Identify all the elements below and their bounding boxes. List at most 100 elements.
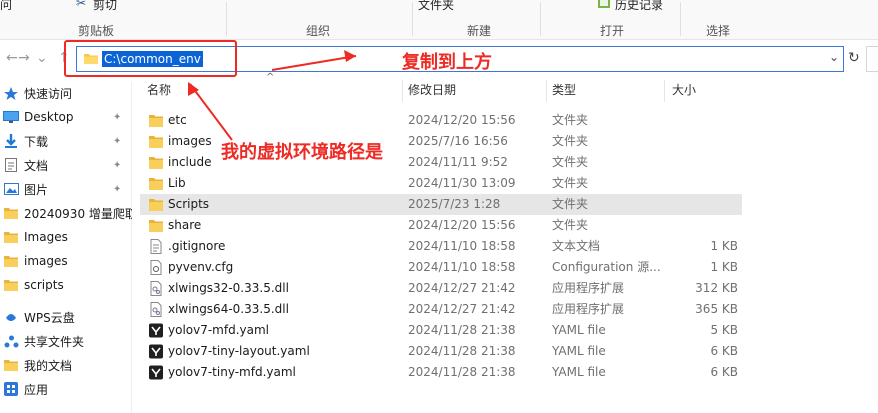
- pin-icon[interactable]: ✦: [113, 136, 121, 147]
- file-row[interactable]: .gitignore 2024/11/10 18:58 文本文档 1 KB: [140, 236, 742, 257]
- file-modified-date: 2025/7/23 1:28: [408, 197, 501, 211]
- cut-button[interactable]: 剪切: [93, 0, 117, 13]
- sidebar-item[interactable]: images: [0, 249, 132, 273]
- sidebar-item[interactable]: 20240930 增量爬取: [0, 201, 132, 225]
- sidebar-item[interactable]: 文档 ✦: [0, 153, 132, 177]
- star-icon: [2, 86, 20, 100]
- folder-icon: [2, 230, 20, 244]
- pin-icon[interactable]: ✦: [113, 112, 121, 123]
- file-name[interactable]: xlwings32-0.33.5.dll: [168, 278, 398, 299]
- sidebar-item[interactable]: 快速访问: [0, 81, 132, 105]
- dll-file-icon: [148, 281, 164, 296]
- sidebar-item-label: 应用: [24, 382, 49, 397]
- column-header-size[interactable]: 大小: [672, 82, 696, 102]
- sidebar-item-label: 图片: [24, 182, 49, 197]
- file-type: 文件夹: [552, 218, 589, 232]
- sidebar-item[interactable]: 共享文件夹: [0, 329, 132, 353]
- file-size: [670, 194, 738, 215]
- cloud-icon: [2, 310, 20, 324]
- file-modified-date: 2024/12/27 21:42: [408, 281, 516, 295]
- file-row[interactable]: Lib 2024/11/30 13:09 文件夹: [140, 173, 742, 194]
- file-name[interactable]: .gitignore: [168, 236, 398, 257]
- file-name[interactable]: yolov7-mfd.yaml: [168, 320, 398, 341]
- column-divider[interactable]: [402, 80, 403, 102]
- file-type: 文件夹: [552, 197, 589, 211]
- pin-icon[interactable]: ✦: [113, 184, 121, 195]
- document-icon: [2, 158, 20, 172]
- sidebar-item[interactable]: 下载 ✦: [0, 129, 132, 153]
- sidebar-item[interactable]: Desktop ✦: [0, 105, 132, 129]
- annotation-copy-hint: 复制到上方: [402, 52, 492, 73]
- column-divider[interactable]: [664, 80, 665, 102]
- history-icon[interactable]: [597, 0, 611, 9]
- sidebar-item-label: WPS云盘: [24, 310, 75, 325]
- column-header-name[interactable]: 名称: [147, 82, 171, 102]
- column-header-date[interactable]: 修改日期: [408, 82, 456, 102]
- sidebar-item[interactable]: 图片 ✦: [0, 177, 132, 201]
- folder-icon: [2, 254, 20, 268]
- file-row[interactable]: share 2024/12/20 15:56 文件夹: [140, 215, 742, 236]
- sidebar-item-label: 共享文件夹: [24, 334, 85, 349]
- sidebar-item-label: 文档: [24, 158, 49, 173]
- file-row[interactable]: pyvenv.cfg 2024/11/10 18:58 Configuration …: [140, 257, 742, 278]
- apps-icon: [2, 382, 20, 396]
- sidebar-item-label: 下载: [24, 134, 49, 149]
- sidebar-item-label: Images: [24, 230, 68, 244]
- organize-group-label: 组织: [306, 24, 331, 38]
- file-name[interactable]: yolov7-tiny-mfd.yaml: [168, 362, 398, 383]
- forward-arrow-icon[interactable]: →: [18, 50, 30, 66]
- new-folder-button[interactable]: 文件夹: [418, 0, 454, 13]
- file-row[interactable]: yolov7-tiny-mfd.yaml 2024/11/28 21:38 YAML…: [140, 362, 742, 383]
- recent-locations-icon[interactable]: ⌄: [36, 50, 48, 66]
- sidebar-item[interactable]: WPS云盘: [0, 305, 132, 329]
- file-modified-date: 2024/11/30 13:09: [408, 176, 516, 190]
- pin-icon[interactable]: ✦: [113, 160, 121, 171]
- folder-icon: [148, 113, 164, 128]
- chevron-down-icon[interactable]: ⌄: [829, 50, 839, 64]
- file-name[interactable]: pyvenv.cfg: [168, 257, 398, 278]
- file-row[interactable]: etc 2024/12/20 15:56 文件夹: [140, 110, 742, 131]
- file-type: 应用程序扩展: [552, 302, 625, 316]
- annotation-venv-hint: 我的虚拟环境路径是: [221, 142, 383, 163]
- download-icon: [2, 134, 20, 148]
- sidebar-item[interactable]: 应用: [0, 377, 132, 401]
- file-modified-date: 2024/11/28 21:38: [408, 365, 516, 379]
- folder-icon: [2, 358, 20, 372]
- folder-icon: [148, 134, 164, 149]
- folder-icon: [2, 278, 20, 292]
- file-name[interactable]: etc: [168, 110, 398, 131]
- file-modified-date: 2024/11/28 21:38: [408, 323, 516, 337]
- ribbon-partial-label: 问: [0, 0, 13, 12]
- file-name[interactable]: Lib: [168, 173, 398, 194]
- search-input[interactable]: [866, 46, 878, 72]
- file-modified-date: 2025/7/16 16:56: [408, 134, 508, 148]
- file-row[interactable]: Scripts 2025/7/23 1:28 文件夹: [140, 194, 742, 215]
- ribbon-divider: [680, 2, 681, 36]
- column-header-type[interactable]: 类型: [552, 82, 576, 102]
- sidebar-item[interactable]: scripts: [0, 273, 132, 297]
- file-type: 文件夹: [552, 134, 589, 148]
- file-modified-date: 2024/11/10 18:58: [408, 239, 516, 253]
- file-name[interactable]: yolov7-tiny-layout.yaml: [168, 341, 398, 362]
- file-name[interactable]: xlwings64-0.33.5.dll: [168, 299, 398, 320]
- sidebar-item[interactable]: 我的文档: [0, 353, 132, 377]
- file-row[interactable]: yolov7-mfd.yaml 2024/11/28 21:38 YAML file…: [140, 320, 742, 341]
- file-name[interactable]: share: [168, 215, 398, 236]
- sidebar-item[interactable]: Images: [0, 225, 132, 249]
- file-size: 6 KB: [710, 344, 738, 358]
- file-modified-date: 2024/11/10 18:58: [408, 260, 516, 274]
- history-button[interactable]: 历史记录: [615, 0, 663, 13]
- file-row[interactable]: xlwings64-0.33.5.dll 2024/12/27 21:42 应用程序…: [140, 299, 742, 320]
- file-type: 文件夹: [552, 155, 589, 169]
- clipboard-group-label: 剪贴板: [78, 24, 115, 38]
- file-row[interactable]: xlwings32-0.33.5.dll 2024/12/27 21:42 应用程序…: [140, 278, 742, 299]
- yaml-file-icon: [148, 344, 164, 359]
- picture-icon: [2, 182, 20, 196]
- file-name[interactable]: Scripts: [168, 194, 398, 215]
- file-size: 1 KB: [710, 260, 738, 274]
- back-arrow-icon[interactable]: ←: [6, 50, 18, 66]
- file-row[interactable]: yolov7-tiny-layout.yaml 2024/11/28 21:38 Y…: [140, 341, 742, 362]
- refresh-icon[interactable]: ↻: [848, 50, 864, 66]
- column-divider[interactable]: [546, 80, 547, 102]
- scissors-icon[interactable]: ✂: [76, 0, 90, 9]
